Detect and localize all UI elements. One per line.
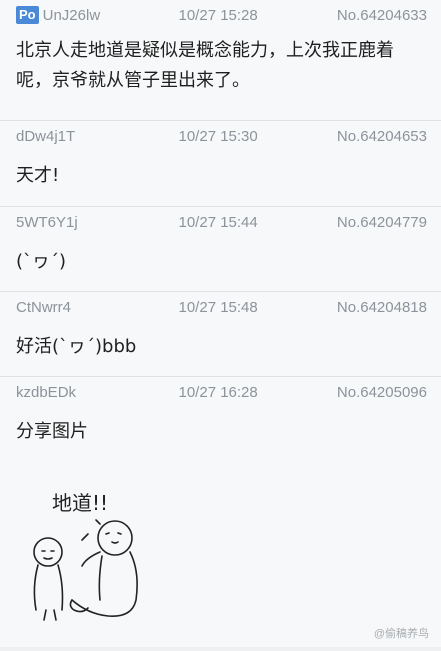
post-meta: kzdbEDk 10/27 16:28 No.64205096 <box>0 377 441 407</box>
post-meta: 5WT6Y1j 10/27 15:44 No.64204779 <box>0 207 441 237</box>
post-meta: Po UnJ26lw 10/27 15:28 No.64204633 <box>0 0 441 30</box>
post-number[interactable]: No.64204818 <box>337 299 427 316</box>
poster-id[interactable]: CtNwrr4 <box>16 299 165 316</box>
post: kzdbEDk 10/27 16:28 No.64205096 分享图片 地道!… <box>0 377 441 651</box>
post-number[interactable]: No.64204633 <box>337 7 427 24</box>
post-number[interactable]: No.64205096 <box>337 384 427 401</box>
post-number[interactable]: No.64204779 <box>337 214 427 231</box>
poster-id[interactable]: 5WT6Y1j <box>16 214 165 231</box>
post-content: 好活(`ヮ´)bbb <box>16 336 137 357</box>
post-content: 天才! <box>16 165 60 186</box>
po-badge: Po <box>16 6 39 24</box>
post-meta: dDw4j1T 10/27 15:30 No.64204653 <box>0 121 441 151</box>
thread: Po UnJ26lw 10/27 15:28 No.64204633 北京人走地… <box>0 0 441 647</box>
shared-image-drawing[interactable]: 地道!! <box>20 482 180 647</box>
post-time: 10/27 15:44 <box>178 213 258 231</box>
post-time: 10/27 16:28 <box>178 383 258 401</box>
post-time: 10/27 15:28 <box>178 6 258 24</box>
post-meta: CtNwrr4 10/27 15:48 No.64204818 <box>0 292 441 322</box>
post-content: 分享图片 <box>16 421 88 442</box>
watermark: @偷稿养鸟 <box>373 628 429 640</box>
post-number[interactable]: No.64204653 <box>337 128 427 145</box>
post-time: 10/27 15:48 <box>178 298 258 316</box>
post: Po UnJ26lw 10/27 15:28 No.64204633 北京人走地… <box>0 0 441 121</box>
post-time: 10/27 15:30 <box>178 127 258 145</box>
post: 5WT6Y1j 10/27 15:44 No.64204779 (`ヮ´) <box>0 207 441 292</box>
post-content: (`ヮ´) <box>16 251 67 272</box>
poster-id[interactable]: kzdbEDk <box>16 384 165 401</box>
poster-id[interactable]: Po UnJ26lw <box>16 6 165 24</box>
drawing-caption: 地道!! <box>52 491 108 515</box>
post: dDw4j1T 10/27 15:30 No.64204653 天才! <box>0 121 441 207</box>
poster-id[interactable]: dDw4j1T <box>16 128 165 145</box>
post-content: 北京人走地道是疑似是概念能力，上次我正鹿着呢，京爷就从管子里出来了。 <box>16 40 394 91</box>
post: CtNwrr4 10/27 15:48 No.64204818 好活(`ヮ´)b… <box>0 292 441 377</box>
poster-id-text: UnJ26lw <box>42 6 101 24</box>
